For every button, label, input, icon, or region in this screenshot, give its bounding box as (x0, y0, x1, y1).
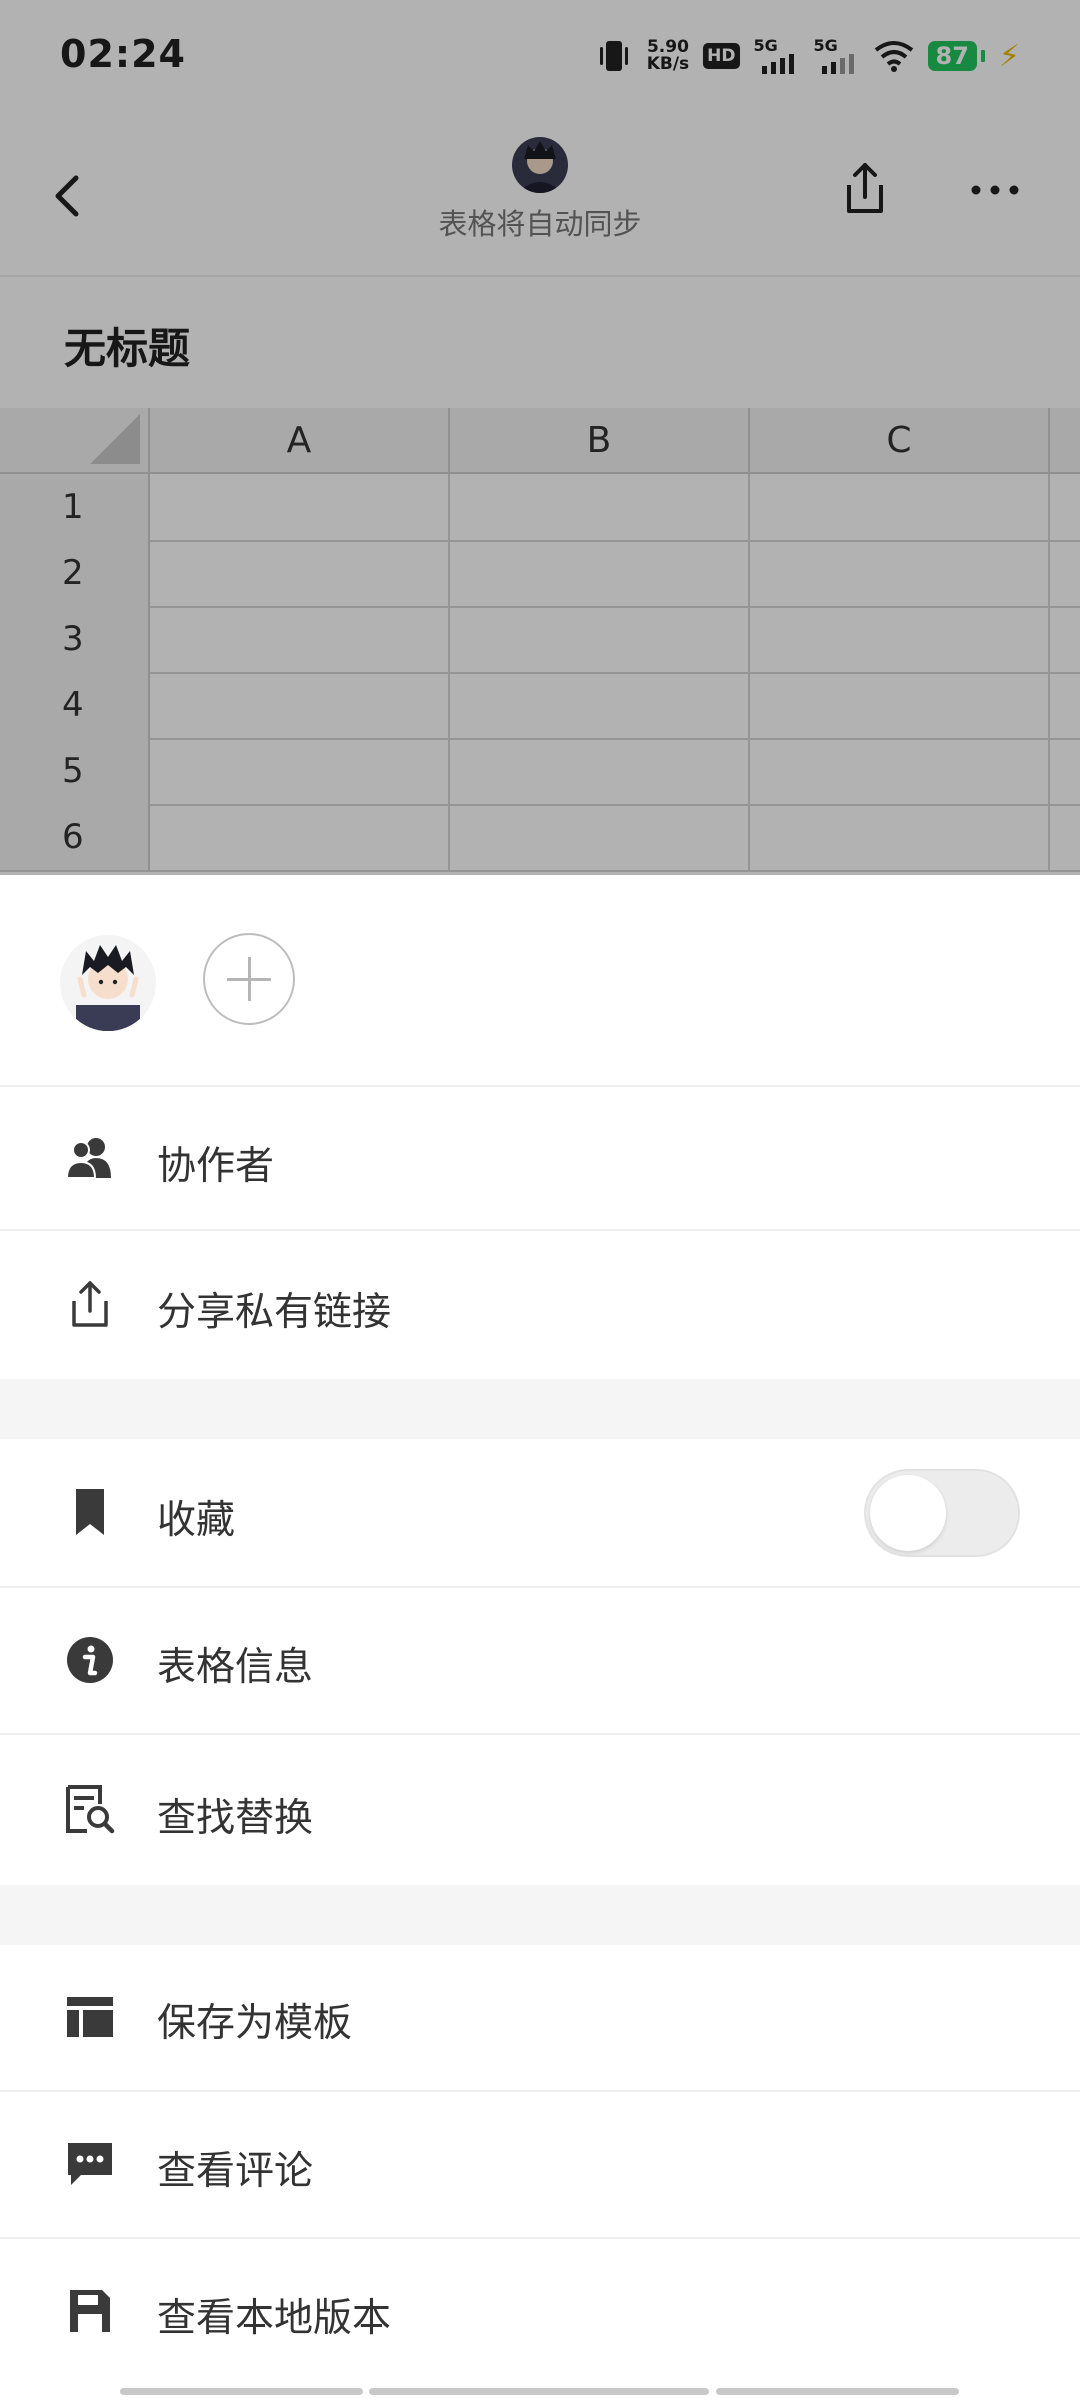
toggle-knob (870, 1475, 946, 1551)
menu-item-label: 分享私有链接 (157, 1290, 392, 1335)
navigation-bar (0, 2383, 1080, 2400)
favorite-toggle[interactable] (864, 1469, 1020, 1557)
menu-item-view-comments[interactable]: 查看评论 (0, 2092, 1080, 2239)
add-collaborator-button[interactable] (203, 933, 295, 1025)
menu-item-label: 保存为模板 (157, 2001, 353, 2046)
comment-icon (62, 2136, 118, 2192)
gesture-handle[interactable] (369, 2388, 709, 2395)
menu-item-label: 协作者 (157, 1144, 275, 1189)
more-options-sheet: 协作者 分享私有链接 收藏 表格信息 查找替换 保存为模板 查看评论 查看本地版… (0, 875, 1080, 2400)
info-icon (62, 1632, 118, 1688)
menu-item-find-replace[interactable]: 查找替换 (0, 1735, 1080, 1885)
people-icon (62, 1130, 118, 1186)
menu-item-favorite[interactable]: 收藏 (0, 1439, 1080, 1588)
dim-overlay[interactable] (0, 0, 1080, 875)
nav-bar-segment (716, 2388, 959, 2395)
save-icon (62, 2283, 118, 2339)
menu-item-label: 查看评论 (157, 2149, 314, 2194)
find-replace-icon (62, 1781, 118, 1837)
menu-item-label: 表格信息 (157, 1645, 314, 1690)
avatar[interactable] (60, 935, 156, 1031)
share-icon (62, 1276, 118, 1332)
menu-item-label: 查找替换 (157, 1796, 314, 1841)
menu-item-sheet-info[interactable]: 表格信息 (0, 1588, 1080, 1735)
nav-bar-segment (120, 2388, 363, 2395)
template-icon (62, 1989, 118, 2045)
section-divider (0, 1885, 1080, 1945)
bookmark-icon (62, 1484, 118, 1540)
menu-item-collaborators[interactable]: 协作者 (0, 1087, 1080, 1231)
menu-item-view-local-versions[interactable]: 查看本地版本 (0, 2239, 1080, 2384)
menu-item-share-private-link[interactable]: 分享私有链接 (0, 1231, 1080, 1379)
section-divider (0, 1379, 1080, 1439)
menu-item-save-as-template[interactable]: 保存为模板 (0, 1945, 1080, 2092)
menu-item-label: 查看本地版本 (157, 2296, 392, 2341)
collaborator-avatars (0, 875, 1080, 1087)
menu-item-label: 收藏 (157, 1498, 236, 1543)
